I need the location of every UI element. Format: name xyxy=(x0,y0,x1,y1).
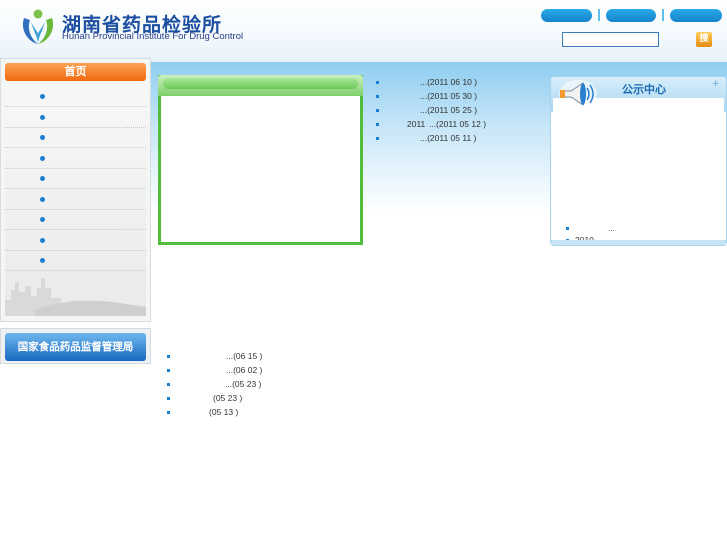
news-date: (05 23 ) xyxy=(213,393,243,403)
news-date: ...(2011 05 25 ) xyxy=(420,105,478,115)
search-input[interactable] xyxy=(562,32,659,47)
sidebar-item[interactable] xyxy=(5,148,146,169)
bullet-icon xyxy=(40,156,45,161)
notice-text: ... xyxy=(608,223,616,233)
bullet-icon xyxy=(40,258,45,263)
news-list-item[interactable]: ...(2011 05 11 ) xyxy=(376,133,526,147)
news-list-item[interactable]: ...(06 15 ) xyxy=(167,351,287,365)
notice-center-footer xyxy=(551,240,726,245)
bullet-icon xyxy=(376,123,379,126)
home-tab[interactable]: 首页 xyxy=(5,63,146,81)
news-date: ...(05 23 ) xyxy=(225,379,262,389)
bullet-icon xyxy=(40,135,45,140)
bullet-icon xyxy=(40,94,45,99)
notice-center-title: 公示中心 xyxy=(622,83,666,96)
bullet-icon xyxy=(167,369,170,372)
bullet-icon xyxy=(40,115,45,120)
bullet-icon xyxy=(40,217,45,222)
top-nav-button-3[interactable] xyxy=(670,9,722,22)
sidebar-item[interactable] xyxy=(5,127,146,148)
news-list-item[interactable]: 2011 ...(2011 05 12 ) xyxy=(376,119,526,133)
institute-logo-icon xyxy=(22,9,54,44)
top-nav-separator xyxy=(598,9,600,21)
news-prefix: 2011 xyxy=(407,119,426,129)
news-list-item[interactable]: ...(06 02 ) xyxy=(167,365,287,379)
news-date: ...(2011 05 30 ) xyxy=(420,91,478,101)
search-button[interactable]: 搜 xyxy=(696,32,712,47)
news-list-item[interactable]: (05 13 ) xyxy=(167,407,287,421)
bullet-icon xyxy=(167,411,170,414)
bullet-icon xyxy=(167,397,170,400)
green-content-box xyxy=(158,75,363,245)
news-list-item[interactable]: (05 23 ) xyxy=(167,393,287,407)
megaphone-icon xyxy=(559,80,597,108)
news-date: ...(2011 05 12 ) xyxy=(429,119,487,129)
sidebar-item[interactable] xyxy=(5,168,146,189)
sidebar-item[interactable] xyxy=(5,230,146,251)
bullet-icon xyxy=(376,137,379,140)
news-date: ...(2011 06 10 ) xyxy=(420,77,478,87)
top-nav-button-2[interactable] xyxy=(606,9,656,22)
sidebar-item[interactable] xyxy=(5,250,146,271)
notice-more-link[interactable]: + xyxy=(712,79,720,89)
news-list-item[interactable]: ...(05 23 ) xyxy=(167,379,287,393)
bullet-icon xyxy=(167,383,170,386)
sfda-link-banner[interactable]: 国家食品药品监督管理局 xyxy=(5,333,146,361)
bullet-icon xyxy=(40,197,45,202)
bullet-icon xyxy=(566,227,569,230)
sidebar-item[interactable] xyxy=(5,189,146,210)
bullet-icon xyxy=(167,355,170,358)
bullet-icon xyxy=(40,176,45,181)
news-list-item[interactable]: ...(2011 06 10 ) xyxy=(376,77,526,91)
sidebar-item[interactable] xyxy=(5,86,146,107)
bullet-icon xyxy=(376,95,379,98)
bullet-icon xyxy=(376,109,379,112)
green-box-header-bar xyxy=(163,78,358,89)
news-date: ...(2011 05 11 ) xyxy=(420,133,477,143)
news-date: ...(06 02 ) xyxy=(226,365,263,375)
site-title-english: Hunan Provincial Institute For Drug Cont… xyxy=(62,31,244,42)
sidebar-item[interactable] xyxy=(5,107,146,128)
bullet-icon xyxy=(376,81,379,84)
news-list-item[interactable]: ...(2011 05 25 ) xyxy=(376,105,526,119)
top-nav-separator xyxy=(662,9,664,21)
sidebar-item[interactable] xyxy=(5,209,146,230)
news-list-item[interactable]: ...(2011 05 30 ) xyxy=(376,91,526,105)
bullet-icon xyxy=(40,238,45,243)
news-date: ...(06 15 ) xyxy=(226,351,263,361)
city-skyline-image xyxy=(5,278,146,316)
news-date: (05 13 ) xyxy=(209,407,239,417)
top-nav-button-1[interactable] xyxy=(541,9,592,22)
